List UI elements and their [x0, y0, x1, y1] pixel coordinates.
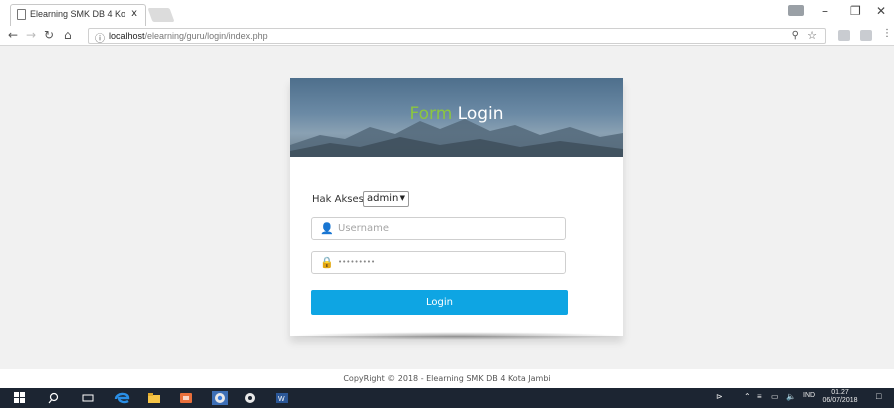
- file-icon: [17, 9, 26, 20]
- card-shadow: [291, 332, 621, 340]
- window-close-icon[interactable]: ✕: [876, 4, 886, 18]
- browser-tab[interactable]: Elearning SMK DB 4 Kota x: [10, 4, 146, 26]
- edge-icon[interactable]: [114, 391, 130, 405]
- user-icon: 👤: [320, 222, 334, 235]
- password-mask: •••••••••: [338, 258, 376, 266]
- chrome-icon[interactable]: [212, 391, 228, 405]
- login-title: Form Login: [290, 104, 623, 124]
- svg-text:W: W: [278, 396, 285, 403]
- lock-icon: 🔒: [320, 256, 334, 269]
- url-input[interactable]: ⓘ localhost/elearning/guru/login/index.p…: [88, 28, 826, 45]
- restore-icon[interactable]: ❐: [850, 4, 861, 18]
- password-input[interactable]: 🔒 •••••••••: [311, 251, 566, 274]
- hak-akses-select[interactable]: admin ▼: [363, 191, 409, 207]
- people-icon[interactable]: ⊳: [716, 392, 723, 401]
- folder-icon[interactable]: [148, 392, 160, 404]
- url-path: /elearning/guru/login/index.php: [144, 31, 268, 41]
- login-button[interactable]: Login: [311, 290, 568, 315]
- new-tab-button[interactable]: [147, 8, 175, 22]
- word-icon[interactable]: W: [276, 392, 288, 404]
- network-icon[interactable]: ≡: [757, 392, 762, 401]
- info-icon[interactable]: ⓘ: [95, 30, 105, 45]
- menu-icon[interactable]: ⋮: [882, 28, 892, 39]
- windows-icon[interactable]: [14, 392, 26, 404]
- extension-icon[interactable]: [838, 30, 850, 41]
- taskbar-time: 01.27: [831, 389, 849, 396]
- close-icon[interactable]: x: [131, 8, 137, 19]
- url-host: localhost: [109, 31, 145, 41]
- login-title-main: Login: [457, 104, 504, 124]
- page-footer: CopyRight © 2018 - Elearning SMK DB 4 Ko…: [0, 369, 894, 388]
- address-bar-row: ← → ↻ ⌂ ⓘ localhost/elearning/guru/login…: [0, 26, 894, 46]
- store-icon[interactable]: [180, 392, 192, 404]
- chat-icon[interactable]: [244, 392, 256, 404]
- home-icon[interactable]: ⌂: [64, 28, 72, 42]
- star-icon[interactable]: ☆: [807, 29, 817, 42]
- volume-icon[interactable]: 🔈: [786, 392, 796, 401]
- profile-icon[interactable]: [788, 5, 804, 16]
- taskbar-clock[interactable]: 01.27 06/07/2018: [822, 389, 858, 405]
- battery-icon[interactable]: ▭: [771, 392, 779, 401]
- language-indicator[interactable]: IND: [803, 392, 815, 399]
- url-text: localhost/elearning/guru/login/index.php: [109, 31, 268, 41]
- key-icon[interactable]: ⚲: [792, 30, 799, 41]
- login-card: Form Login Hak Akses : admin ▼ 👤 Usernam…: [290, 78, 623, 336]
- hak-akses-label: Hak Akses :: [312, 194, 371, 205]
- username-input[interactable]: 👤 Username: [311, 217, 566, 240]
- login-banner: Form Login: [290, 78, 623, 157]
- chevron-up-icon[interactable]: ⌃: [744, 392, 751, 401]
- chevron-down-icon: ▼: [399, 194, 405, 202]
- username-placeholder: Username: [338, 223, 389, 234]
- search-icon[interactable]: [48, 392, 60, 404]
- back-icon[interactable]: ←: [8, 28, 18, 42]
- hak-akses-value: admin: [367, 193, 399, 204]
- login-title-accent: Form: [409, 104, 453, 124]
- page-content: Form Login Hak Akses : admin ▼ 👤 Usernam…: [0, 47, 894, 368]
- forward-icon[interactable]: →: [26, 28, 36, 42]
- minimize-icon[interactable]: –: [822, 4, 828, 18]
- tab-title: Elearning SMK DB 4 Kota: [30, 9, 125, 19]
- taskbar-date: 06/07/2018: [822, 397, 858, 404]
- task-view-icon[interactable]: [82, 392, 94, 404]
- browser-tab-strip: Elearning SMK DB 4 Kota x – ❐ ✕: [0, 0, 894, 26]
- windows-taskbar: W ⊳ ⌃ ≡ ▭ 🔈 IND 01.27 06/07/2018 □: [0, 388, 894, 408]
- notification-icon[interactable]: □: [876, 391, 881, 401]
- reload-icon[interactable]: ↻: [44, 28, 54, 42]
- extension-icon[interactable]: [860, 30, 872, 41]
